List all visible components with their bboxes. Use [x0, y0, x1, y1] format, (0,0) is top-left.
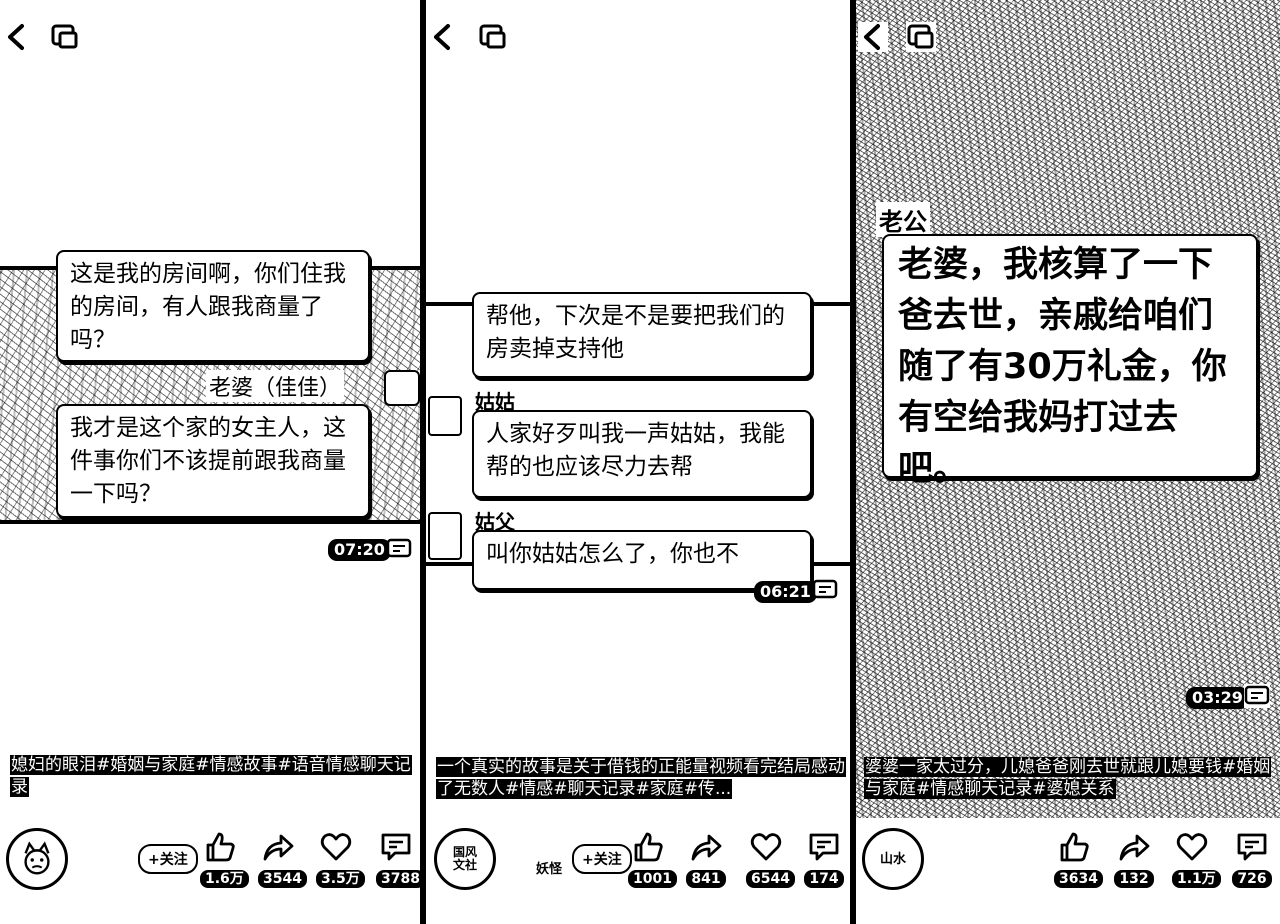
- video-caption[interactable]: 一个真实的故事是关于借钱的正能量视频看完结局感动了无数人#情感#聊天记录#家庭#…: [436, 756, 846, 800]
- chat-bubble-main-text: 老婆，我核算了一下爸去世，亲戚给咱们随了有30万礼金，你有空给我妈打过去吧。: [898, 245, 1227, 489]
- author-avatar[interactable]: [6, 828, 68, 890]
- chat-bubble-main-text: 我才是这个家的女主人，这件事你们不该提前跟我商量一下吗？: [70, 415, 346, 507]
- chat-bubble-cut-text: 叫你姑姑怎么了，你也不: [486, 541, 739, 567]
- speaker-name: 老婆（佳佳）: [206, 370, 345, 402]
- chat-bubble-top-text: 这是我的房间啊，你们住我的房间，有人跟我商量了吗？: [70, 261, 346, 353]
- cartoon-face-icon: [24, 841, 50, 875]
- chat-bubble-top: 这是我的房间啊，你们住我的房间，有人跟我商量了吗？: [56, 250, 370, 362]
- speaker-avatar: [384, 370, 420, 406]
- chat-bubble-main-text: 人家好歹叫我一声姑姑，我能帮的也应该尽力去帮: [486, 421, 785, 480]
- heart-icon: [1176, 833, 1208, 861]
- video-caption[interactable]: 婆婆一家太过分，儿媳爸爸刚去世就跟儿媳要钱#婚姻与家庭#情感聊天记录#婆媳关系: [864, 756, 1274, 800]
- share-count: 132: [1114, 870, 1154, 888]
- avatar-text: 山水: [879, 851, 906, 867]
- favorite-count: 6544: [746, 870, 795, 888]
- video-caption-text: 一个真实的故事是关于借钱的正能量视频看完结局感动了无数人#情感#聊天记录#家庭#…: [436, 757, 846, 799]
- speaker-avatar: [428, 396, 462, 436]
- comment-icon: [1237, 833, 1267, 861]
- favorite-count: 3.5万: [316, 870, 365, 888]
- back-icon[interactable]: [858, 22, 888, 52]
- video-caption-text: 婆婆一家太过分，儿媳爸爸刚去世就跟儿媳要钱#婚姻与家庭#情感聊天记录#婆媳关系: [864, 757, 1272, 799]
- video-duration: 03:29: [1186, 687, 1249, 709]
- share-arrow-icon: [691, 834, 722, 861]
- follow-button[interactable]: +关注: [138, 844, 198, 874]
- favorite-count: 1.1万: [1172, 870, 1221, 888]
- comment-button[interactable]: 3788: [376, 830, 420, 888]
- video-frame[interactable]: 这是我的房间啊，你们住我的房间，有人跟我商量了吗？ 老婆（佳佳） 我才是这个家的…: [0, 250, 420, 524]
- favorite-button[interactable]: 3.5万: [316, 830, 365, 888]
- video-duration: 06:21: [754, 581, 817, 603]
- like-button[interactable]: 3634: [1054, 830, 1103, 888]
- chat-bubble-main: 我才是这个家的女主人，这件事你们不该提前跟我商量一下吗？: [56, 404, 370, 518]
- subtitle-icon[interactable]: [1244, 684, 1270, 708]
- comment-count: 174: [804, 870, 844, 888]
- heart-icon: [750, 833, 782, 861]
- video-caption[interactable]: 媳妇的眼泪#婚姻与家庭#情感故事#语音情感聊天记录: [10, 754, 420, 798]
- pip-window-icon[interactable]: [478, 22, 508, 52]
- pip-window-icon[interactable]: [50, 22, 80, 52]
- pip-window-icon[interactable]: [906, 22, 936, 52]
- share-count: 841: [686, 870, 726, 888]
- back-icon[interactable]: [2, 22, 32, 52]
- subtitle-icon[interactable]: [386, 537, 412, 561]
- speaker-avatar: [428, 512, 462, 560]
- like-count: 1.6万: [200, 870, 249, 888]
- chat-bubble-main: 老婆，我核算了一下爸去世，亲戚给咱们随了有30万礼金，你有空给我妈打过去吧。: [882, 234, 1258, 489]
- follow-button[interactable]: +关注: [572, 844, 632, 874]
- comment-icon: [809, 833, 839, 861]
- share-button[interactable]: 3544: [258, 830, 307, 888]
- comment-icon: [381, 833, 411, 861]
- share-arrow-icon: [263, 834, 294, 861]
- thumbs-up-icon: [1060, 832, 1089, 862]
- like-count: 1001: [628, 870, 677, 888]
- favorite-button[interactable]: 1.1万: [1172, 830, 1221, 888]
- like-button[interactable]: 1.6万: [200, 830, 249, 888]
- video-card-2[interactable]: 帮他，下次是不是要把我们的房卖掉支持他 姑姑 人家好歹叫我一声姑姑，我能帮的也应…: [426, 0, 850, 924]
- video-caption-text: 媳妇的眼泪#婚姻与家庭#情感故事#语音情感聊天记录: [10, 755, 412, 797]
- like-button[interactable]: 1001: [628, 830, 677, 888]
- video-duration: 07:20: [328, 539, 391, 561]
- chat-bubble-main: 人家好歹叫我一声姑姑，我能帮的也应该尽力去帮: [472, 410, 812, 498]
- comment-count: 3788: [376, 870, 420, 888]
- video-card-3[interactable]: 老公 老婆，我核算了一下爸去世，亲戚给咱们随了有30万礼金，你有空给我妈打过去吧…: [856, 0, 1280, 924]
- video-card-1[interactable]: 这是我的房间啊，你们住我的房间，有人跟我商量了吗？ 老婆（佳佳） 我才是这个家的…: [0, 0, 420, 924]
- author-avatar[interactable]: 国风 文社: [434, 828, 496, 890]
- author-avatar[interactable]: 山水: [862, 828, 924, 890]
- share-button[interactable]: 132: [1114, 830, 1154, 888]
- share-button[interactable]: 841: [686, 830, 726, 888]
- chat-bubble-top-text: 帮他，下次是不是要把我们的房卖掉支持他: [486, 303, 785, 362]
- favorite-button[interactable]: 6544: [746, 830, 795, 888]
- subtitle-icon[interactable]: [812, 578, 838, 602]
- comment-count: 726: [1232, 870, 1272, 888]
- heart-icon: [320, 833, 352, 861]
- thumbs-up-icon: [634, 832, 663, 862]
- thumbs-up-icon: [206, 832, 235, 862]
- chat-bubble-top: 帮他，下次是不是要把我们的房卖掉支持他: [472, 292, 812, 378]
- back-icon[interactable]: [428, 22, 458, 52]
- speaker-name: 老公: [876, 202, 930, 237]
- video-frame[interactable]: 帮他，下次是不是要把我们的房卖掉支持他 姑姑 人家好歹叫我一声姑姑，我能帮的也应…: [426, 292, 850, 590]
- author-name[interactable]: 妖怪: [536, 858, 562, 877]
- like-count: 3634: [1054, 870, 1103, 888]
- avatar-text: 国风 文社: [452, 845, 477, 872]
- share-arrow-icon: [1119, 834, 1150, 861]
- comment-button[interactable]: 726: [1232, 830, 1272, 888]
- share-count: 3544: [258, 870, 307, 888]
- comment-button[interactable]: 174: [804, 830, 844, 888]
